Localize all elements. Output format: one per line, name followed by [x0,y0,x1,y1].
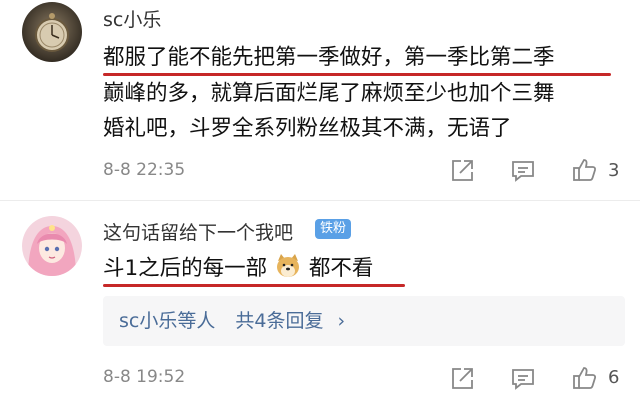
comment-text: 斗1之后的每一部 都不看 [103,252,373,286]
reply-count[interactable]: 共4条回复 [235,296,323,346]
highlight-underline [103,284,405,287]
comment-item: 这句话留给下一个我吧 铁粉 斗1之后的每一部 都不看 sc小乐等人 共4条回复 … [0,0,640,390]
divider [0,200,640,201]
thumbs-up-icon[interactable] [572,365,598,391]
comment-timestamp: 8-8 19:52 [103,367,186,387]
share-icon[interactable] [449,366,475,392]
avatar[interactable] [22,216,82,276]
reply-summary[interactable]: sc小乐等人 共4条回复 › [103,296,625,346]
comment-text-part: 都不看 [308,256,374,281]
comment-text-part: 斗1之后的每一部 [103,256,268,281]
reply-users[interactable]: sc小乐等人 [119,296,215,346]
doge-emoji [274,252,302,280]
comment-username[interactable]: 这句话留给下一个我吧 [103,218,293,245]
chevron-right-icon: › [337,310,346,332]
like-count: 6 [608,367,620,388]
comment-icon[interactable] [510,366,536,392]
fan-badge: 铁粉 [315,219,352,239]
